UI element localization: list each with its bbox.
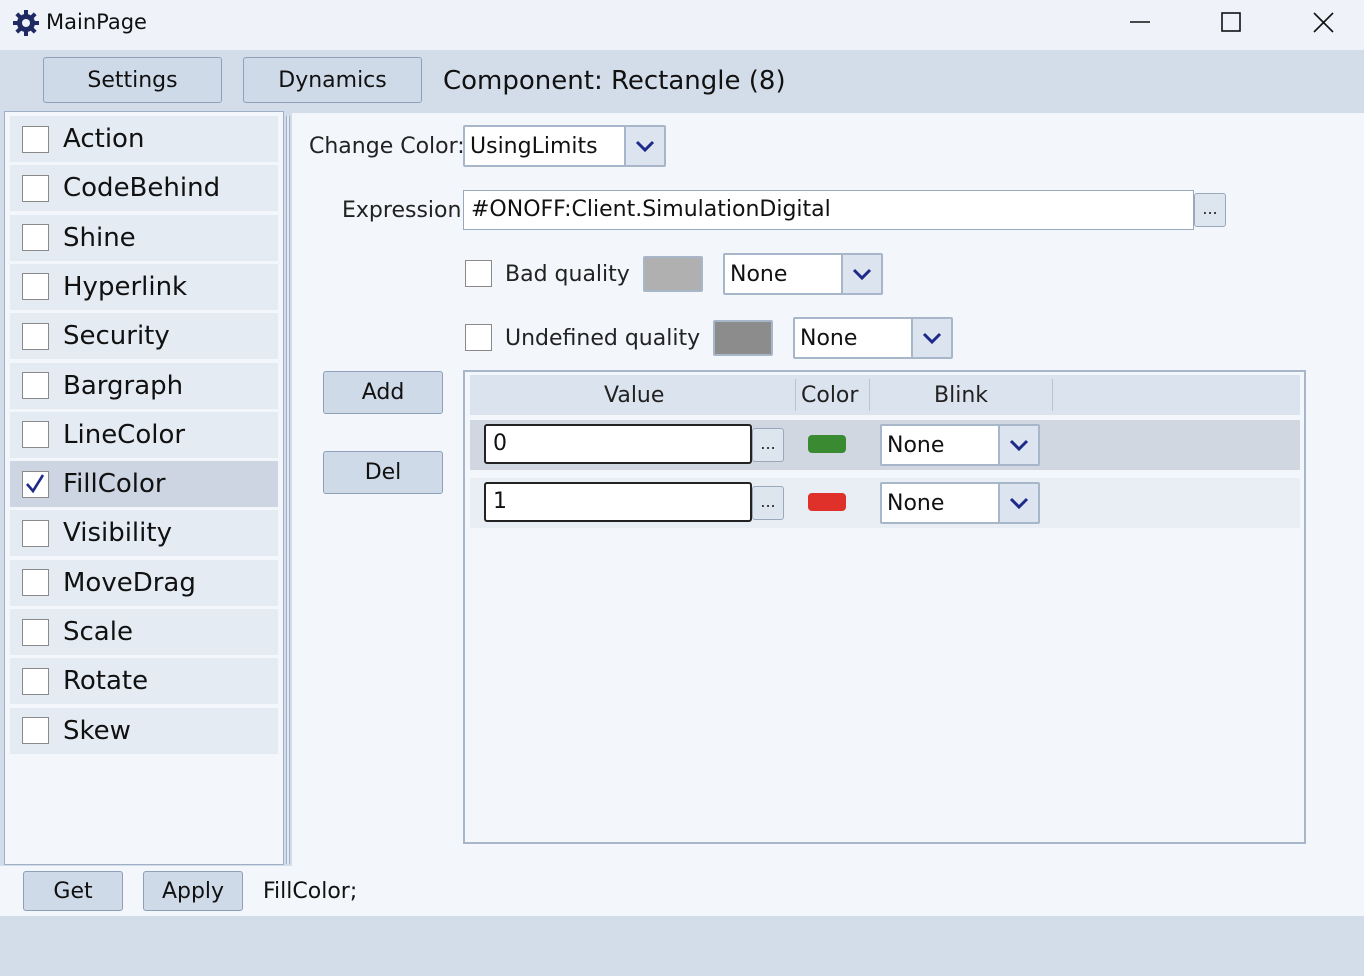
dynamics-item-label: Security <box>63 321 170 352</box>
expression-input[interactable]: #ONOFF:Client.SimulationDigital <box>463 190 1194 230</box>
limit-color-swatch[interactable] <box>808 493 846 511</box>
checkmark-icon <box>26 473 45 493</box>
column-header-color[interactable]: Color <box>801 383 858 408</box>
change-color-label: Change Color: <box>309 134 465 159</box>
chevron-down-icon[interactable] <box>841 255 881 293</box>
undefined-quality-blink-value: None <box>800 326 858 351</box>
dynamics-item-label: Rotate <box>63 666 149 697</box>
dynamics-item-rotate[interactable]: Rotate <box>10 658 278 705</box>
get-button[interactable]: Get <box>23 871 123 911</box>
dynamics-item-label: FillColor <box>63 469 166 500</box>
dynamics-checkbox[interactable] <box>22 372 49 399</box>
dynamics-checkbox[interactable] <box>22 224 49 252</box>
maximize-button[interactable] <box>1208 4 1254 42</box>
limit-color-swatch[interactable] <box>808 435 846 453</box>
dynamics-item-label: Bargraph <box>63 370 184 401</box>
dynamics-checkbox[interactable] <box>22 569 49 597</box>
dynamics-checkbox[interactable] <box>22 470 49 498</box>
settings-button[interactable]: Settings <box>43 57 222 103</box>
limit-value-input[interactable]: 0 <box>484 424 752 464</box>
close-button[interactable] <box>1300 4 1346 42</box>
dynamics-item-label: Hyperlink <box>63 271 188 302</box>
dynamics-item-hyperlink[interactable]: Hyperlink <box>10 263 278 310</box>
dynamics-item-security[interactable]: Security <box>10 313 278 360</box>
dynamics-item-skew[interactable]: Skew <box>10 707 278 754</box>
chevron-down-icon[interactable] <box>998 484 1038 522</box>
dynamics-item-fillcolor[interactable]: FillColor <box>10 461 278 508</box>
dynamics-item-shine[interactable]: Shine <box>10 214 278 261</box>
dynamics-item-action[interactable]: Action <box>10 116 278 162</box>
bad-quality-color-swatch[interactable] <box>643 256 703 292</box>
limit-blink-value: None <box>887 433 945 458</box>
gear-icon <box>13 10 39 36</box>
dynamics-item-visibility[interactable]: Visibility <box>10 510 278 557</box>
undefined-quality-label: Undefined quality <box>505 326 701 351</box>
dynamics-item-bargraph[interactable]: Bargraph <box>10 362 278 409</box>
dynamics-checkbox[interactable] <box>22 618 49 646</box>
close-icon <box>1313 12 1334 33</box>
chevron-down-icon[interactable] <box>998 426 1038 464</box>
bad-quality-checkbox[interactable] <box>465 260 492 287</box>
add-button[interactable]: Add <box>323 371 443 414</box>
dynamics-button[interactable]: Dynamics <box>243 57 422 103</box>
dynamics-item-label: Skew <box>63 715 131 746</box>
dynamics-item-label: LineColor <box>63 419 186 450</box>
table-row[interactable]: 1... None <box>470 478 1300 528</box>
limit-blink-combo[interactable]: None <box>880 424 1040 466</box>
dynamics-item-label: CodeBehind <box>63 173 221 204</box>
dynamics-item-label: MoveDrag <box>63 567 196 598</box>
expression-browse-button[interactable]: ... <box>1194 193 1226 227</box>
dynamics-item-label: Visibility <box>63 518 172 549</box>
minimize-button[interactable] <box>1117 4 1163 42</box>
change-color-combo[interactable]: UsingLimits <box>463 125 666 167</box>
bottom-area <box>0 916 1364 976</box>
dynamics-checkbox[interactable] <box>22 322 49 350</box>
minimize-icon <box>1130 21 1150 23</box>
column-header-blink[interactable]: Blink <box>934 383 988 408</box>
undefined-quality-color-swatch[interactable] <box>713 320 773 356</box>
dynamics-item-scale[interactable]: Scale <box>10 609 278 655</box>
splitter[interactable] <box>286 116 290 864</box>
component-title: Component: Rectangle (8) <box>443 66 786 96</box>
limit-blink-value: None <box>887 491 945 516</box>
dynamics-item-codebehind[interactable]: CodeBehind <box>10 165 278 212</box>
window-title: MainPage <box>46 10 147 34</box>
chevron-down-icon[interactable] <box>911 319 951 357</box>
expression-label: Expression: <box>342 198 469 223</box>
dynamics-checkbox[interactable] <box>22 174 49 202</box>
bad-quality-blink-value: None <box>730 262 788 287</box>
undefined-quality-checkbox[interactable] <box>465 324 492 351</box>
limits-grid: Value Color Blink 0... None 1... None <box>463 370 1306 844</box>
dynamics-item-label: Scale <box>63 617 133 647</box>
dynamics-checkbox[interactable] <box>22 717 49 745</box>
status-text: FillColor; <box>263 879 358 904</box>
grid-header: Value Color Blink <box>470 375 1300 415</box>
dynamics-item-label: Action <box>63 124 145 154</box>
del-button[interactable]: Del <box>323 451 443 494</box>
limit-value-input[interactable]: 1 <box>484 482 752 522</box>
dynamics-item-movedrag[interactable]: MoveDrag <box>10 559 278 606</box>
dynamics-list: Action CodeBehind Shine Hyperlink Security Ba… <box>4 111 284 865</box>
dynamics-checkbox[interactable] <box>22 667 49 695</box>
chevron-down-icon[interactable] <box>624 127 664 165</box>
bad-quality-label: Bad quality <box>505 262 630 287</box>
limit-value-browse-button[interactable]: ... <box>752 428 784 462</box>
undefined-quality-blink-combo[interactable]: None <box>793 317 953 359</box>
limit-value-browse-button[interactable]: ... <box>752 486 784 520</box>
dynamics-checkbox[interactable] <box>22 421 49 449</box>
dynamics-checkbox[interactable] <box>22 273 49 301</box>
maximize-icon <box>1221 12 1241 32</box>
dynamics-item-label: Shine <box>63 222 136 253</box>
apply-button[interactable]: Apply <box>143 871 243 911</box>
dynamics-checkbox[interactable] <box>22 519 49 547</box>
dynamics-item-linecolor[interactable]: LineColor <box>10 411 278 458</box>
bad-quality-blink-combo[interactable]: None <box>723 253 883 295</box>
column-header-value[interactable]: Value <box>604 383 664 408</box>
table-row[interactable]: 0... None <box>470 420 1300 470</box>
limit-blink-combo[interactable]: None <box>880 482 1040 524</box>
change-color-value: UsingLimits <box>470 134 598 159</box>
title-bar: MainPage <box>0 0 1364 50</box>
dynamics-checkbox[interactable] <box>22 125 49 153</box>
